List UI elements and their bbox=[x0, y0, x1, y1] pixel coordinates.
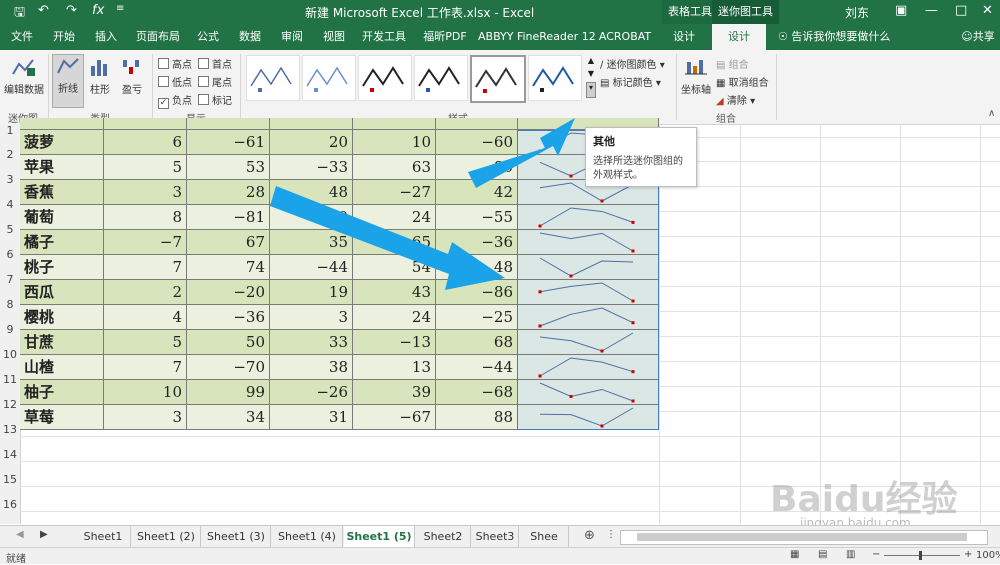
zoom-slider[interactable] bbox=[884, 555, 960, 556]
add-sheet-icon[interactable]: ⊕ bbox=[584, 528, 595, 543]
scroll-left-icon[interactable]: ◀ bbox=[16, 529, 24, 540]
sheet-tab-bar: ◀ ▶ Sheet1 Sheet1 (2) Sheet1 (3) Sheet1 (4)… bbox=[0, 525, 1000, 549]
arrow-to-gallery bbox=[468, 118, 575, 188]
scrollbar-thumb[interactable] bbox=[637, 533, 967, 541]
sheet-tab[interactable]: Sheet1 (2) bbox=[132, 526, 201, 547]
watermark-logo: Baidu经验 bbox=[770, 479, 958, 520]
sheet-tab[interactable]: Sheet1 bbox=[76, 526, 131, 547]
zoom-in-icon[interactable]: + bbox=[964, 549, 972, 560]
sheet-tab[interactable]: Sheet1 (3) bbox=[202, 526, 271, 547]
horizontal-scrollbar[interactable] bbox=[620, 530, 988, 545]
status-bar: 就绪 ▦ ▤ ▥ − + 100% bbox=[0, 547, 1000, 565]
zoom-out-icon[interactable]: − bbox=[872, 549, 880, 560]
sheet-tab[interactable]: Sheet3 bbox=[472, 526, 519, 547]
sheet-tab[interactable]: Shee bbox=[520, 526, 569, 547]
scroll-right-icon[interactable]: ▶ bbox=[40, 529, 48, 540]
page-layout-view-icon[interactable]: ▤ bbox=[818, 549, 827, 560]
sheet-tab[interactable]: Sheet1 (4) bbox=[272, 526, 343, 547]
arrow-to-sparklines bbox=[270, 186, 505, 290]
normal-view-icon[interactable]: ▦ bbox=[790, 549, 799, 560]
page-break-view-icon[interactable]: ▥ bbox=[846, 549, 855, 560]
zoom-level[interactable]: 100% bbox=[976, 550, 1000, 561]
zoom-slider-thumb[interactable] bbox=[919, 551, 922, 560]
sheet-more-icon[interactable]: ⋮ bbox=[606, 529, 616, 540]
sheet-tab[interactable]: Sheet2 bbox=[416, 526, 471, 547]
sheet-tab[interactable]: Sheet1 (5) bbox=[344, 526, 415, 549]
